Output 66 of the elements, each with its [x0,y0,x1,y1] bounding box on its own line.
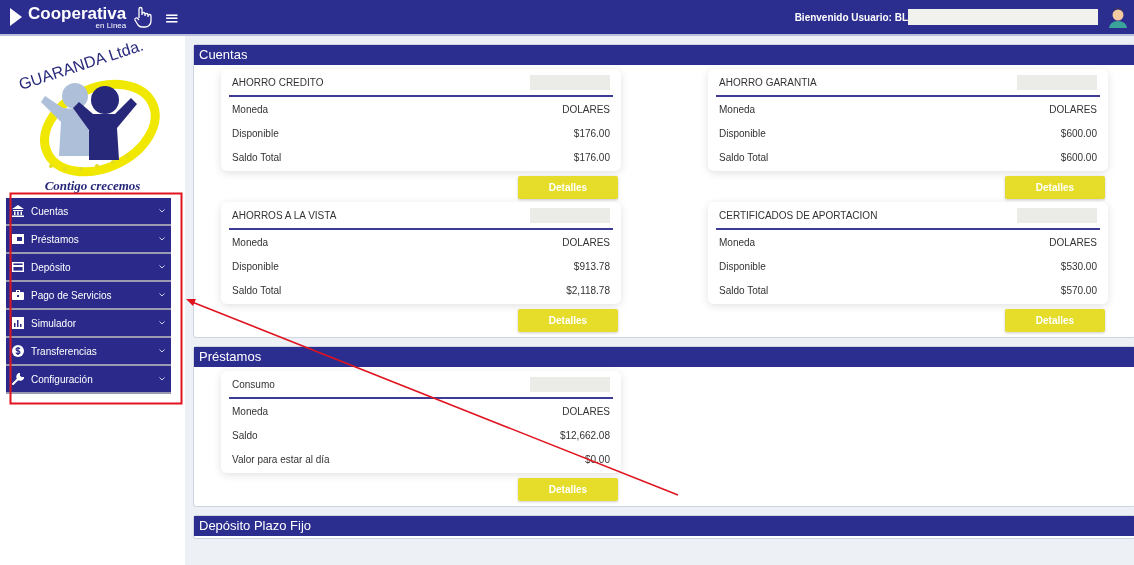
sidebar-menu-item[interactable]: Préstamos [6,226,171,254]
field-value: DOLARES [562,236,610,248]
account-type: AHORRO GARANTIA [719,76,817,88]
chevron-down-icon [159,265,165,269]
field-label: Moneda [719,103,756,115]
field-value: DOLARES [1049,103,1097,115]
user-avatar-icon[interactable] [1108,6,1128,28]
field-value: $600.00 [1060,127,1097,139]
dollar-coin-icon [12,345,24,357]
sidebar-menu-item[interactable]: Depósito [6,254,171,282]
field-label: Saldo Total [719,151,769,163]
wallet-icon [12,233,24,245]
field-label: Disponible [719,127,766,139]
brand-subtitle: en Linea [95,21,127,30]
sidebar-menu-item[interactable]: Transferencias [6,338,171,366]
brand-name: Cooperativa [28,4,127,22]
field-value: $12,662.08 [559,429,610,441]
sidebar-menu-item[interactable]: Pago de Servicios [6,282,171,310]
field-label: Moneda [232,103,269,115]
chevron-down-icon [159,237,165,241]
welcome-text: Bienvenido Usuario: BL [794,11,908,23]
section-title: Préstamos [194,347,1134,367]
section-title: Depósito Plazo Fijo [194,516,1134,536]
account-type: AHORRO CREDITO [232,76,324,88]
account-type: Consumo [232,378,275,390]
field-value: DOLARES [562,103,610,115]
sidebar-menu-item[interactable]: Simulador [6,310,171,338]
credit-card-icon [12,261,24,273]
section-title: Cuentas [194,45,1134,65]
chevron-down-icon [159,349,165,353]
bank-icon [12,205,24,217]
sidebar-menu-item[interactable]: Cuentas [6,198,171,226]
menu-toggle-button[interactable]: ≡ [158,6,186,28]
field-label: Saldo Total [232,284,282,296]
field-label: Saldo Total [719,284,769,296]
field-label: Disponible [232,127,279,139]
field-label: Moneda [719,236,756,248]
chevron-down-icon [159,321,165,325]
field-value: $600.00 [1060,151,1097,163]
field-value: $2,118.78 [566,284,610,296]
field-label: Saldo [232,429,258,441]
field-value: $570.00 [1060,284,1097,296]
logo-slogan: Contigo crecemos [44,178,141,194]
chevron-down-icon [159,209,165,213]
play-icon [10,8,22,26]
field-label: Disponible [232,260,279,272]
account-type: AHORROS A LA VISTA [232,209,337,221]
wrench-icon [12,373,24,385]
sidebar-menu-item[interactable]: Configuración [6,366,171,394]
chevron-down-icon [159,293,165,297]
field-value: $913.78 [573,260,610,272]
field-value: $176.00 [573,127,610,139]
field-value: $176.00 [573,151,610,163]
pointing-hand-icon [132,6,153,28]
field-value: DOLARES [562,405,610,417]
chevron-down-icon [159,377,165,381]
field-value: DOLARES [1049,236,1097,248]
field-label: Saldo Total [232,151,282,163]
field-label: Disponible [719,260,766,272]
field-label: Moneda [232,405,269,417]
field-label: Moneda [232,236,269,248]
field-value: $530.00 [1060,260,1097,272]
account-type: CERTIFICADOS DE APORTACION [719,209,878,221]
bar-chart-icon [12,317,24,329]
briefcase-icon [12,289,24,301]
field-label: Valor para estar al día [232,453,330,465]
